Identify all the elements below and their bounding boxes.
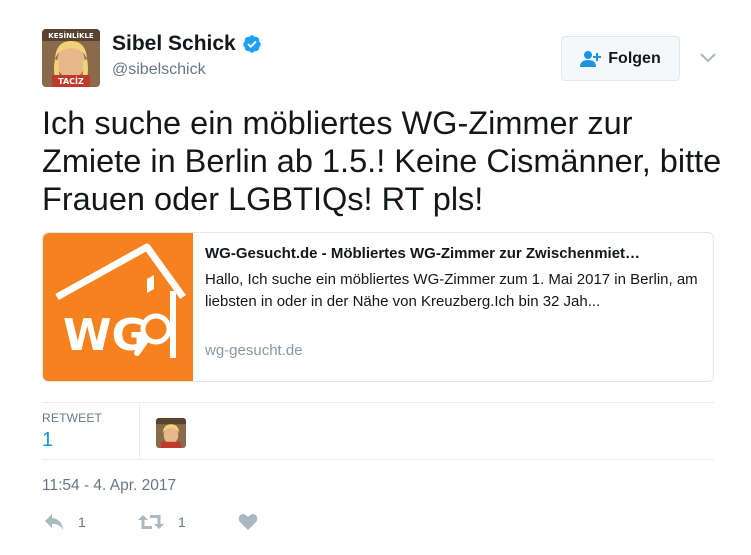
retweeter-avatar[interactable]	[156, 418, 186, 448]
retweet-button[interactable]: 1	[138, 513, 186, 531]
card-description: Hallo, Ich suche ein möbliertes WG-Zimme…	[205, 271, 698, 310]
reply-icon	[45, 514, 63, 530]
tweet-text: Ich suche ein möbliertes WG-Zimmer zur Z…	[42, 105, 722, 217]
link-card[interactable]: WG WG-Gesucht.de - Möbliertes WG-Zimmer …	[42, 232, 714, 382]
user-avatar[interactable]: KESİNLİKLE TACİZ	[42, 29, 100, 87]
user-handle[interactable]: @sibelschick	[112, 61, 206, 79]
display-name[interactable]: Sibel Schick	[112, 32, 236, 56]
retweet-action-count: 1	[178, 514, 186, 530]
tweet-header: KESİNLİKLE TACİZ Sibel Schick @sibelschi…	[42, 29, 722, 87]
like-button[interactable]	[238, 513, 258, 531]
reply-button[interactable]: 1	[44, 513, 86, 531]
retweet-icon	[138, 515, 164, 529]
tweet-timestamp[interactable]: 11:54 - 4. Apr. 2017	[42, 477, 176, 495]
chevron-down-icon[interactable]	[698, 47, 718, 67]
heart-icon	[238, 514, 258, 530]
avatar-text-bottom: TACİZ	[58, 76, 84, 86]
card-domain: wg-gesucht.de	[205, 342, 303, 359]
stat-separator	[139, 403, 140, 459]
verified-badge-icon	[242, 35, 261, 53]
avatar-text-top: KESİNLİKLE	[48, 31, 94, 40]
card-thumbnail: WG	[43, 233, 193, 381]
retweet-stat-label: RETWEET	[42, 411, 103, 425]
retweet-stat-count[interactable]: 1	[42, 429, 53, 452]
divider-bottom	[42, 459, 714, 460]
name-row: Sibel Schick	[112, 32, 262, 56]
divider-top	[42, 402, 714, 403]
follow-button[interactable]: Folgen	[561, 36, 680, 81]
add-user-icon	[580, 50, 602, 67]
follow-button-label: Folgen	[608, 49, 661, 67]
reply-count: 1	[78, 514, 86, 530]
card-title[interactable]: WG-Gesucht.de - Möbliertes WG-Zimmer zur…	[205, 245, 703, 262]
card-body: WG-Gesucht.de - Möbliertes WG-Zimmer zur…	[205, 245, 703, 359]
